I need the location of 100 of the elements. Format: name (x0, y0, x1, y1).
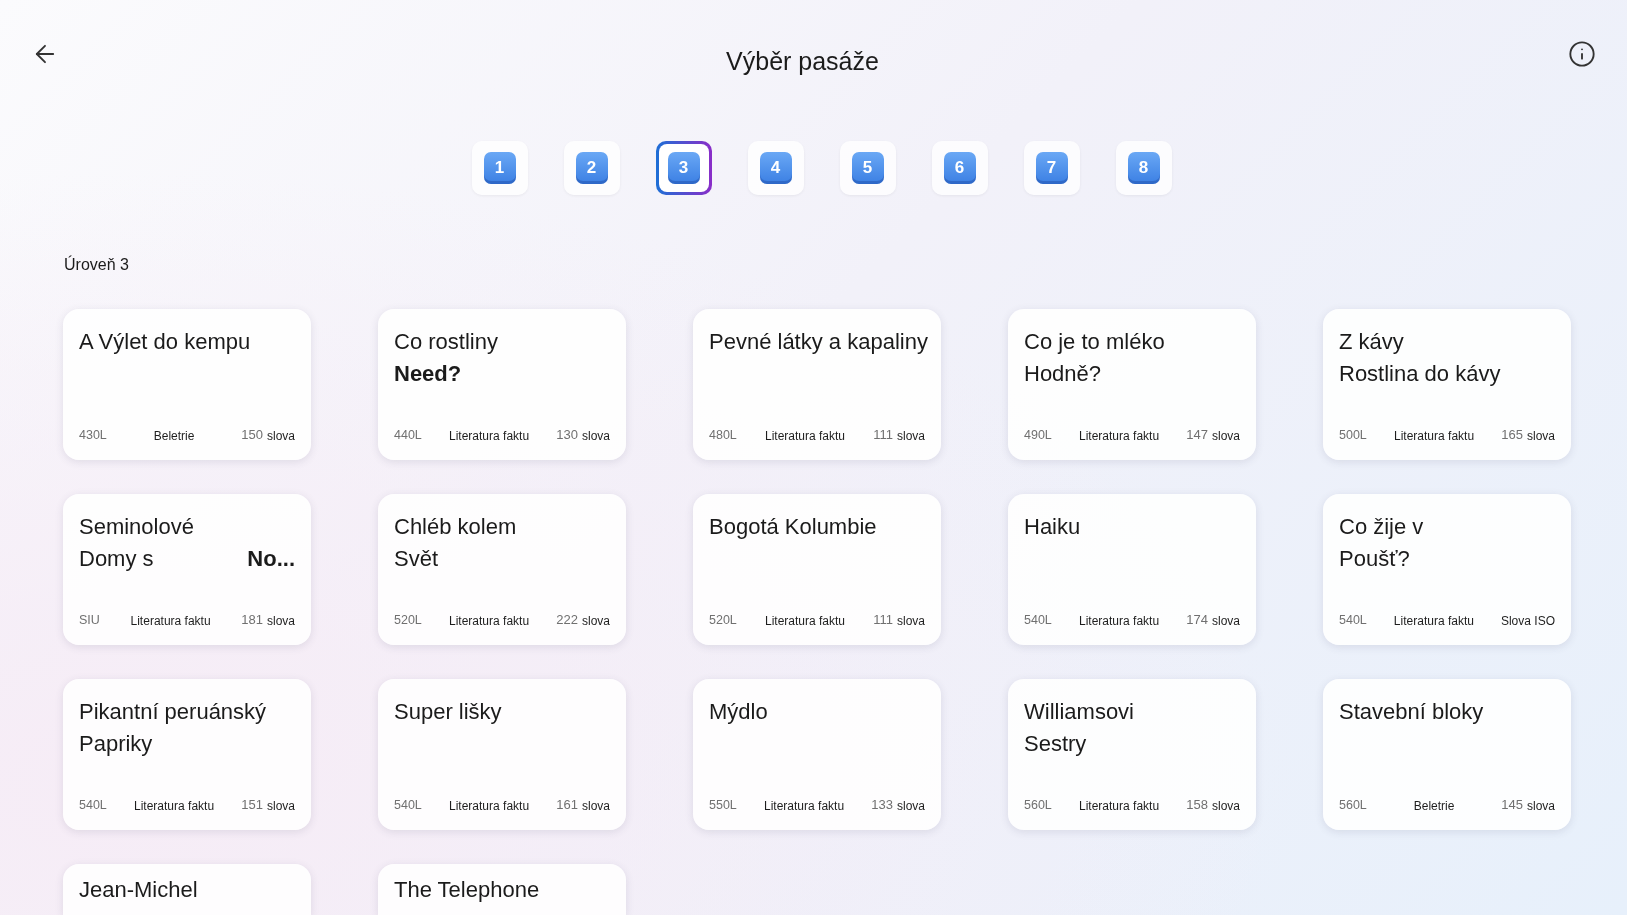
passage-title: Bogotá Kolumbie (709, 513, 877, 541)
word-unit: slova (266, 798, 295, 815)
passage-title: The Telephone (394, 876, 540, 904)
passage-card[interactable]: Williamsovi Sestry 560L Literatura faktu 158 slova (1008, 679, 1256, 830)
word-count: 150 (241, 425, 263, 444)
passage-title: Domy s (79, 545, 154, 573)
word-unit: slova (1527, 798, 1555, 815)
reading-level: 430L (79, 427, 107, 445)
passage-card[interactable]: Stavební bloky 560L Beletrie 145 slova (1323, 679, 1571, 830)
passage-title: Z kávy (1339, 328, 1404, 356)
passage-card[interactable]: A Výlet do kempu 430L Beletrie 150 slova (63, 309, 311, 460)
passage-card[interactable]: Z kávy Rostlina do kávy 500L Literatura faktu 165 slova (1323, 309, 1571, 460)
passage-title: Jean-Michel (79, 876, 198, 904)
passage-card[interactable]: Pevné látky a kapaliny 480L Literatura faktu 111 slova (693, 309, 941, 460)
genre-label: Literatura faktu (1394, 428, 1475, 445)
section-heading: Úroveň 3 (64, 256, 129, 273)
passage-title: Haiku (1024, 513, 1081, 541)
passage-card[interactable]: Haiku 540L Literatura faktu 174 slova (1008, 494, 1256, 645)
word-unit: slova (266, 613, 295, 630)
passage-card[interactable]: Chléb kolem Svět 520L Literatura faktu 222 slova (378, 494, 626, 645)
reading-level: 560L (1024, 797, 1052, 815)
word-unit: slova (581, 798, 610, 815)
reading-level: 540L (1024, 612, 1052, 630)
word-count: 181 (241, 610, 263, 629)
word-count: 174 (1186, 610, 1208, 629)
word-unit: slova (1211, 428, 1240, 445)
passage-title: Super lišky (394, 698, 502, 726)
passage-title: Co rostliny (394, 328, 498, 356)
genre-label: Beletrie (1413, 798, 1455, 815)
word-unit: Slova ISO (1500, 613, 1555, 630)
passage-title: Co žije v (1339, 513, 1424, 541)
word-count: 161 (556, 795, 578, 814)
passage-card[interactable]: The Telephone (378, 864, 626, 915)
word-unit: slova (1211, 798, 1240, 815)
reading-level: SIU (79, 612, 100, 630)
passage-title: Pevné látky a kapaliny (709, 328, 928, 356)
word-count: 165 (1501, 425, 1523, 444)
reading-level: 540L (79, 797, 107, 815)
passage-title: Chléb kolem (394, 513, 517, 541)
word-count: 147 (1186, 425, 1208, 444)
passage-title: Rostlina do kávy (1339, 360, 1501, 388)
passage-title: Mýdlo (709, 698, 768, 726)
word-count: 130 (556, 425, 578, 444)
reading-level: 520L (394, 612, 422, 630)
reading-level: 500L (1339, 427, 1367, 445)
word-count: 111 (873, 425, 893, 444)
passage-title: Seminolové (79, 513, 194, 541)
reading-level: 540L (1339, 612, 1367, 630)
info-button[interactable] (1567, 39, 1597, 69)
reading-level: 480L (709, 427, 737, 445)
passage-card[interactable]: Pikantní peruánský Papriky 540L Literatura faktu 151 slova (63, 679, 311, 830)
genre-label: Literatura faktu (134, 798, 215, 815)
passage-card[interactable]: Mýdlo 550L Literatura faktu 133 slova (693, 679, 941, 830)
word-unit: slova (896, 798, 925, 815)
genre-label: Literatura faktu (130, 613, 211, 630)
passage-card[interactable]: Co je to mléko Hodně? 490L Literatura faktu 147 slova (1008, 309, 1256, 460)
passage-card[interactable]: Seminolové Domy s No... SIU Literatura faktu 181 slova (63, 494, 311, 645)
genre-label: Literatura faktu (449, 613, 530, 630)
word-unit: slova (896, 428, 925, 445)
passage-card[interactable]: Co žije v Poušť? 540L Literatura faktu Slova ISO (1323, 494, 1571, 645)
genre-label: Literatura faktu (1079, 613, 1160, 630)
passage-card[interactable]: Jean-Michel (63, 864, 311, 915)
reading-level: 550L (709, 797, 737, 815)
passage-title: Papriky (79, 730, 153, 758)
reading-level: 490L (1024, 427, 1052, 445)
info-icon (1568, 40, 1596, 68)
passage-card[interactable]: Super lišky 540L Literatura faktu 161 slova (378, 679, 626, 830)
word-unit: slova (267, 428, 295, 445)
passage-title: Co je to mléko (1024, 328, 1165, 356)
reading-level: 540L (394, 797, 422, 815)
passage-title: Need? (394, 360, 462, 388)
reading-level: 560L (1339, 797, 1367, 815)
page-title: Výběr pasáže (726, 46, 879, 76)
passage-title: Svět (394, 545, 439, 573)
word-unit: slova (1211, 613, 1240, 630)
word-unit: slova (896, 613, 925, 630)
passage-title: Hodně? (1024, 360, 1102, 388)
word-count: 145 (1501, 795, 1523, 814)
word-count: 133 (871, 795, 893, 814)
genre-label: Literatura faktu (449, 798, 530, 815)
word-count: 222 (556, 610, 578, 629)
word-count: 158 (1186, 795, 1208, 814)
passage-title: Stavební bloky (1339, 698, 1484, 726)
genre-label: Literatura faktu (1079, 428, 1160, 445)
passage-card[interactable]: Co rostliny Need? 440L Literatura faktu 130 slova (378, 309, 626, 460)
word-unit: slova (1526, 428, 1555, 445)
passage-title: No... (247, 545, 295, 573)
genre-label: Beletrie (153, 428, 195, 445)
genre-label: Literatura faktu (1393, 613, 1474, 630)
reading-level: 440L (394, 427, 422, 445)
passage-title: A Výlet do kempu (79, 328, 251, 356)
genre-label: Literatura faktu (765, 613, 846, 630)
passage-title: Poušť? (1339, 545, 1410, 573)
passage-card[interactable]: Bogotá Kolumbie 520L Literatura faktu 111 slova (693, 494, 941, 645)
genre-label: Literatura faktu (764, 798, 845, 815)
word-count: 151 (241, 795, 263, 814)
passage-title: Pikantní peruánský (79, 698, 267, 726)
word-unit: slova (581, 428, 610, 445)
genre-label: Literatura faktu (449, 428, 530, 445)
passage-title: Sestry (1024, 730, 1087, 758)
